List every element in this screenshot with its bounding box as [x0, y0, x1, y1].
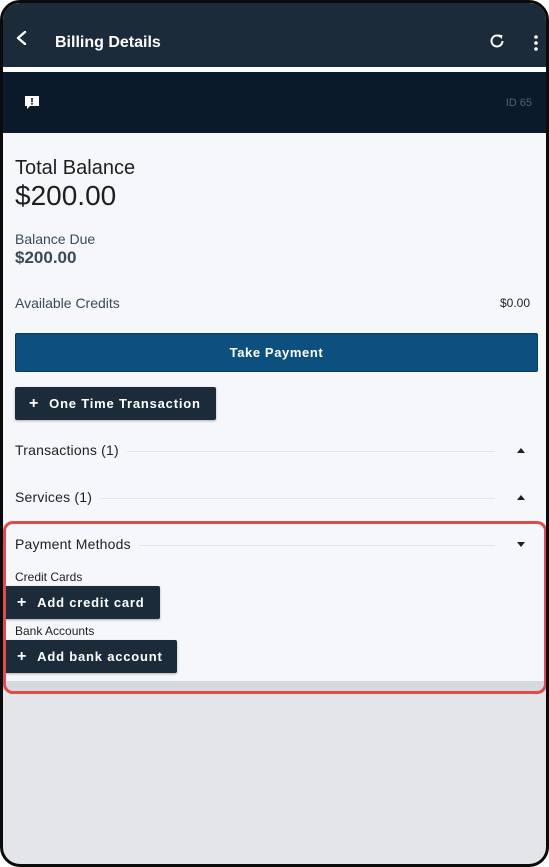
add-credit-card-label: Add credit card: [37, 595, 145, 610]
add-credit-card-button[interactable]: + Add credit card: [3, 586, 160, 619]
one-time-transaction-label: One Time Transaction: [49, 396, 201, 411]
chevron-left-icon[interactable]: [15, 31, 29, 45]
app-bar: Billing Details: [3, 3, 546, 67]
plus-icon: +: [17, 647, 28, 665]
credit-cards-label: Credit Cards: [15, 570, 83, 584]
total-balance-value: $200.00: [15, 180, 117, 211]
content-bottom-strip: [3, 681, 546, 691]
caret-up-icon[interactable]: [517, 495, 525, 500]
payment-methods-section-header[interactable]: Payment Methods: [15, 535, 535, 555]
take-payment-button[interactable]: Take Payment: [15, 333, 538, 372]
balance-due-value: $200.00: [15, 248, 77, 267]
billing-content: Total Balance $200.00 Balance Due $200.0…: [3, 133, 546, 681]
available-credits-label: Available Credits: [15, 295, 120, 311]
services-section-header[interactable]: Services (1): [15, 488, 535, 508]
info-banner: ID 65: [3, 72, 546, 133]
plus-icon: +: [29, 394, 40, 412]
caret-up-icon[interactable]: [517, 448, 525, 453]
one-time-transaction-button[interactable]: + One Time Transaction: [15, 387, 216, 420]
services-label: Services (1): [15, 489, 101, 505]
payment-methods-label: Payment Methods: [15, 536, 139, 552]
caret-down-icon[interactable]: [517, 542, 525, 547]
plus-icon: +: [17, 593, 28, 611]
bank-accounts-label: Bank Accounts: [15, 624, 95, 638]
balance-due-label: Balance Due: [15, 231, 96, 247]
transactions-section-header[interactable]: Transactions (1): [15, 441, 535, 461]
refresh-icon[interactable]: [488, 32, 506, 50]
total-balance-label: Total Balance: [15, 157, 136, 179]
transactions-label: Transactions (1): [15, 442, 127, 458]
more-vert-icon[interactable]: [533, 34, 539, 52]
phone-frame: Billing Details ID 65 Total Balance $200…: [0, 0, 549, 867]
add-bank-account-button[interactable]: + Add bank account: [3, 640, 177, 673]
available-credits-value: $0.00: [499, 296, 530, 310]
record-id: ID 65: [505, 97, 532, 109]
add-bank-account-label: Add bank account: [37, 649, 163, 664]
page-title: Billing Details: [55, 34, 161, 51]
feedback-icon[interactable]: [24, 95, 40, 111]
